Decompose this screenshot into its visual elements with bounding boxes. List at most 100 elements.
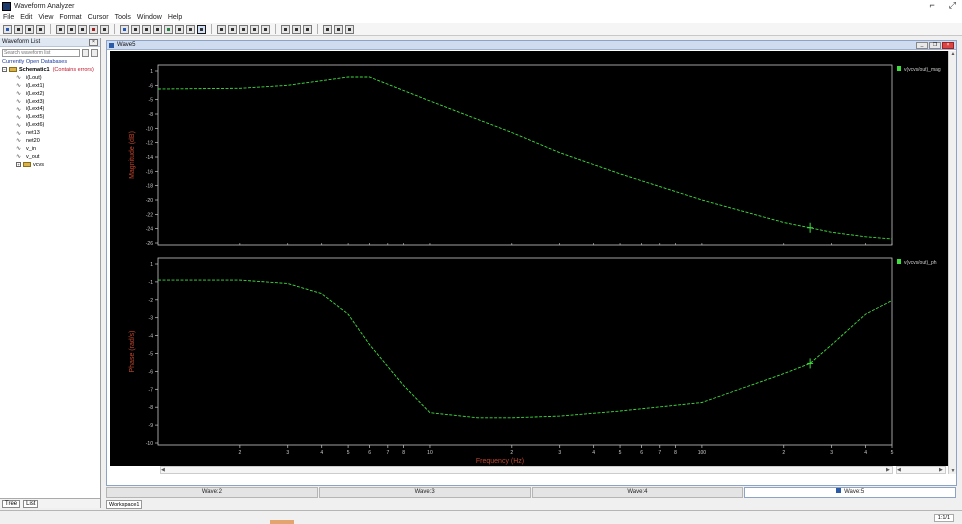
tree-item[interactable]: ∿ i(Lext1) bbox=[0, 82, 100, 90]
cursor-first-icon[interactable] bbox=[142, 24, 151, 34]
toolbar-separator bbox=[50, 24, 51, 34]
tree-item[interactable]: ∿ i(Lout) bbox=[0, 74, 100, 82]
x-tick-label: 5 bbox=[347, 450, 350, 456]
cursor-prev-icon[interactable] bbox=[120, 24, 129, 34]
open-icon[interactable] bbox=[14, 24, 23, 34]
restore-icon[interactable]: ❐ bbox=[929, 42, 941, 49]
x-tick-label: 5 bbox=[619, 450, 622, 456]
toolbar-separator bbox=[317, 24, 318, 34]
search-bar bbox=[2, 49, 98, 57]
workspace-tab[interactable]: Workspace1 bbox=[106, 500, 143, 509]
legend-scrollbar[interactable]: ◀ ▶ bbox=[896, 466, 946, 474]
zoom-box-icon[interactable] bbox=[250, 24, 259, 34]
menu-edit[interactable]: Edit bbox=[20, 14, 32, 21]
tree-item[interactable]: ∿ i(Lext3) bbox=[0, 98, 100, 106]
menu-file[interactable]: File bbox=[3, 14, 14, 21]
waveform-window-icon bbox=[109, 43, 114, 48]
tab-tree[interactable]: Tree bbox=[2, 499, 21, 508]
expand-toggle-icon[interactable]: − bbox=[2, 67, 7, 73]
tab-wave4[interactable]: Wave:4 bbox=[531, 487, 744, 498]
y-tick-label: -3 bbox=[149, 316, 154, 322]
layout-icon[interactable] bbox=[323, 24, 332, 34]
scroll-up-icon[interactable]: ▲ bbox=[950, 51, 956, 57]
scroll-left-icon[interactable]: ◀ bbox=[161, 467, 167, 473]
tab-label: Wave:5 bbox=[844, 489, 865, 495]
tree-item[interactable]: ∿ net13 bbox=[0, 129, 100, 137]
close-icon[interactable]: × bbox=[942, 42, 954, 49]
tree-item-label: net20 bbox=[26, 137, 40, 144]
tree-item-note: (Contains errors) bbox=[52, 66, 94, 73]
zoom-fit-icon[interactable] bbox=[239, 24, 248, 34]
minimize-icon[interactable]: _ bbox=[916, 42, 928, 49]
tree-item[interactable]: ∿ v_out bbox=[0, 153, 100, 161]
tab-label: Wave:3 bbox=[414, 489, 435, 495]
y-tick-label: -2 bbox=[149, 298, 154, 304]
stack-plot-icon[interactable] bbox=[292, 24, 301, 34]
menu-tools[interactable]: Tools bbox=[115, 14, 131, 21]
y-tick-label: -1 bbox=[149, 280, 154, 286]
tree-item[interactable]: ∿ i(Lext5) bbox=[0, 113, 100, 121]
search-input[interactable] bbox=[2, 49, 80, 57]
paste-icon[interactable] bbox=[78, 24, 87, 34]
scroll-left-icon[interactable]: ◀ bbox=[897, 467, 903, 473]
menu-cursor[interactable]: Cursor bbox=[88, 14, 109, 21]
tree-item[interactable]: ∿ i(Lext2) bbox=[0, 90, 100, 98]
maximize-icon[interactable]: ⤢ bbox=[949, 0, 956, 11]
tree-item[interactable]: ∿ i(Lext4) bbox=[0, 105, 100, 113]
zoom-out-icon[interactable] bbox=[228, 24, 237, 34]
compare-icon[interactable] bbox=[345, 24, 354, 34]
cursor-last-icon[interactable] bbox=[153, 24, 162, 34]
tree-item-label: i(Lext6) bbox=[26, 122, 45, 129]
tab-wave5[interactable]: Wave:5 bbox=[744, 487, 956, 498]
y-tick-label: -6 bbox=[149, 83, 154, 89]
copy-icon[interactable] bbox=[67, 24, 76, 34]
tab-wave3[interactable]: Wave:3 bbox=[318, 487, 531, 498]
menu-view[interactable]: View bbox=[38, 14, 53, 21]
waveform-icon: ∿ bbox=[16, 75, 22, 82]
zoom-in-icon[interactable] bbox=[217, 24, 226, 34]
tree-item[interactable]: ∿ net20 bbox=[0, 137, 100, 145]
tab-list[interactable]: List bbox=[23, 499, 39, 508]
y-tick-label: -7 bbox=[149, 387, 154, 393]
cursor-delta-icon[interactable] bbox=[186, 24, 195, 34]
tree-item[interactable]: ∿ v_in bbox=[0, 145, 100, 153]
search-icon[interactable] bbox=[91, 49, 98, 57]
tree-item[interactable]: ∿ i(Lext6) bbox=[0, 121, 100, 129]
minimize-icon[interactable]: ⌐ bbox=[930, 0, 935, 11]
delete-icon[interactable] bbox=[89, 24, 98, 34]
tree-item-label: v_in bbox=[26, 145, 37, 152]
waveform-icon: ∿ bbox=[16, 91, 22, 98]
tree-item[interactable]: + vcvs bbox=[0, 161, 100, 169]
select-pointer-icon[interactable] bbox=[197, 24, 206, 34]
search-options-icon[interactable] bbox=[82, 49, 89, 57]
menu-help[interactable]: Help bbox=[168, 14, 182, 21]
tree-item[interactable]: − Schematic1 (Contains errors) bbox=[0, 66, 100, 74]
title-bar: Waveform Analyzer ⌐ ⤢ bbox=[0, 0, 962, 12]
menu-window[interactable]: Window bbox=[137, 14, 162, 21]
vertical-scrollbar[interactable]: ▲ ▼ bbox=[948, 51, 956, 474]
scroll-right-icon[interactable]: ▶ bbox=[886, 467, 892, 473]
new-icon[interactable] bbox=[3, 24, 12, 34]
cursor-add-icon[interactable] bbox=[164, 24, 173, 34]
grid-icon[interactable] bbox=[303, 24, 312, 34]
close-icon[interactable]: × bbox=[89, 39, 98, 46]
menu-format[interactable]: Format bbox=[59, 14, 81, 21]
split-icon[interactable] bbox=[334, 24, 343, 34]
waveform-list-panel: Waveform List × Currently Open Databases… bbox=[0, 38, 101, 508]
print-icon[interactable] bbox=[36, 24, 45, 34]
y-axis-label: Phase (rad/s) bbox=[129, 330, 136, 372]
tab-wave2[interactable]: Wave:2 bbox=[106, 487, 318, 498]
scroll-down-icon[interactable]: ▼ bbox=[950, 468, 956, 474]
cursor-next-icon[interactable] bbox=[131, 24, 140, 34]
horizontal-scrollbar[interactable]: ◀ ▶ bbox=[160, 466, 893, 474]
pan-icon[interactable] bbox=[261, 24, 270, 34]
marker-icon[interactable] bbox=[281, 24, 290, 34]
cut-icon[interactable] bbox=[56, 24, 65, 34]
scroll-right-icon[interactable]: ▶ bbox=[939, 467, 945, 473]
legend-swatch bbox=[897, 66, 901, 71]
cursor-table-icon[interactable] bbox=[175, 24, 184, 34]
expand-toggle-icon[interactable]: + bbox=[16, 162, 21, 168]
save-icon[interactable] bbox=[25, 24, 34, 34]
properties-icon[interactable] bbox=[100, 24, 109, 34]
plot-area[interactable]: 1-6-5-8-10-12-14-16-18-20-22-24-26Magnit… bbox=[110, 51, 949, 474]
